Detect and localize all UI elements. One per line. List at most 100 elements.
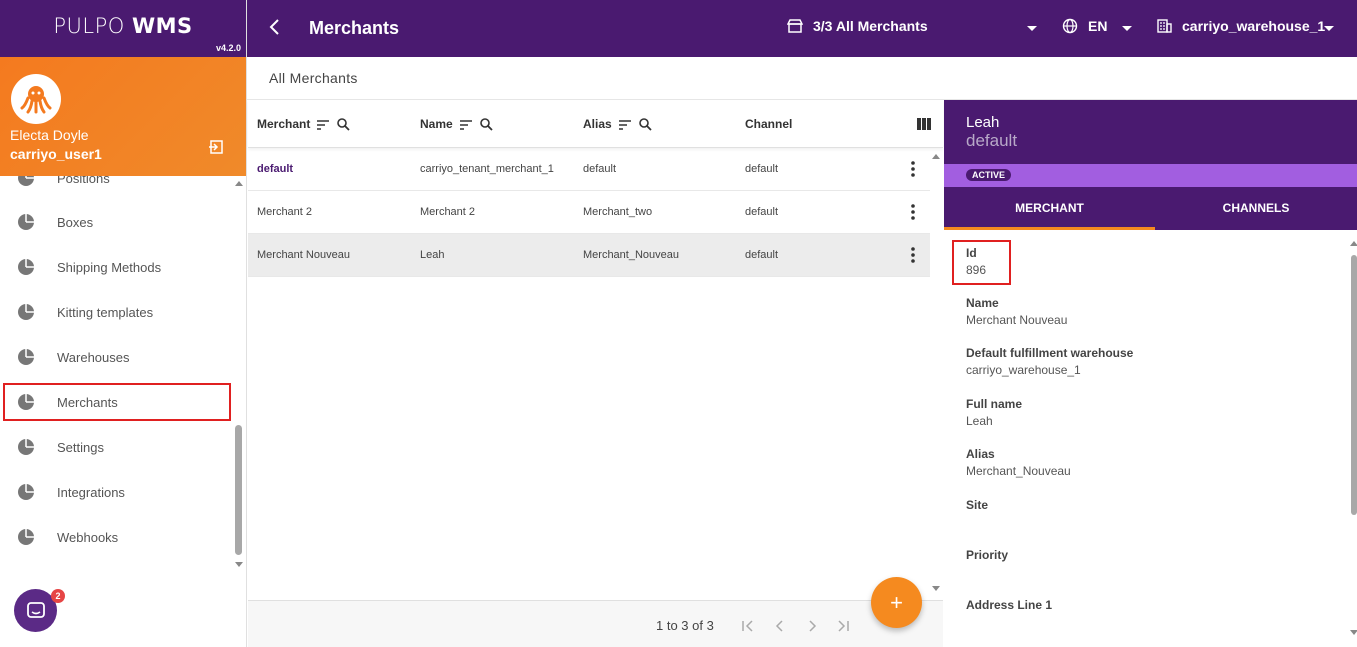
sort-icon[interactable] — [316, 118, 330, 130]
field-label: Alias — [966, 447, 995, 461]
octopus-icon — [20, 86, 52, 114]
field-full-name: Full name Leah — [966, 397, 1022, 428]
sidebar-item-settings[interactable]: Settings — [3, 428, 232, 466]
sidebar-item-label: Warehouses — [57, 349, 130, 365]
search-icon[interactable] — [336, 117, 350, 131]
detail-title: Leah — [966, 114, 1000, 131]
search-icon[interactable] — [638, 117, 652, 131]
field-label: Full name — [966, 397, 1023, 411]
sidebar-item-label: Merchants — [57, 394, 118, 410]
sidebar-item-warehouses[interactable]: Warehouses — [3, 338, 232, 376]
detail-scrollbar[interactable] — [1351, 255, 1357, 515]
language-selector[interactable]: EN — [1062, 18, 1107, 34]
cell-alias: Merchant_Nouveau — [583, 249, 680, 261]
app-logo[interactable]: PULPO WMS — [0, 14, 246, 38]
sub-header: All Merchants — [247, 57, 1357, 100]
merchant-dropdown-caret[interactable] — [1027, 26, 1037, 31]
more-vert-icon[interactable] — [910, 247, 916, 263]
plus-icon: + — [890, 589, 903, 615]
table-header: Merchant Name Alias Channel — [248, 100, 943, 148]
sidebar-item-kitting-templates[interactable]: Kitting templates — [3, 293, 232, 331]
field-value: Merchant Nouveau — [966, 313, 1068, 327]
field-label: Priority — [966, 548, 1009, 562]
warehouse-dropdown-caret[interactable] — [1324, 26, 1334, 31]
back-arrow-icon[interactable] — [265, 17, 285, 37]
table-row[interactable]: Merchant 2 Merchant 2 Merchant_two defau… — [248, 191, 930, 234]
sidebar-nav: Positions Boxes Shipping Methods Kitting… — [0, 176, 232, 576]
pie-icon — [18, 304, 34, 320]
field-value: Leah — [966, 414, 993, 428]
field-label: Address Line 1 — [966, 598, 1053, 612]
sidebar-scroll-down[interactable] — [235, 562, 243, 567]
sidebar-item-positions[interactable]: Positions — [3, 176, 232, 197]
logout-icon[interactable] — [208, 139, 224, 155]
top-bar: Merchants 3/3 All Merchants EN carriyo_w… — [247, 0, 1357, 57]
columns-icon[interactable] — [917, 118, 931, 130]
status-badge: ACTIVE — [966, 169, 1012, 181]
cell-merchant: Merchant Nouveau — [257, 249, 350, 261]
detail-scroll-up[interactable] — [1350, 241, 1357, 246]
detail-scroll-down[interactable] — [1350, 630, 1357, 635]
merchants-table: Merchant Name Alias Channel default carr… — [248, 100, 943, 647]
pie-icon — [18, 484, 34, 500]
sidebar-item-merchants[interactable]: Merchants — [3, 383, 231, 421]
table-row[interactable]: Merchant Nouveau Leah Merchant_Nouveau d… — [248, 234, 930, 277]
user-card: Electa Doyle carriyo_user1 — [0, 57, 246, 176]
pie-icon — [18, 214, 34, 230]
sidebar-item-shipping-methods[interactable]: Shipping Methods — [3, 248, 232, 286]
chat-badge: 2 — [51, 589, 65, 603]
column-header-channel[interactable]: Channel — [745, 117, 792, 131]
merchant-detail-panel: Leah default ACTIVE MERCHANT CHANNELS Id… — [944, 100, 1357, 647]
table-row[interactable]: default carriyo_tenant_merchant_1 defaul… — [248, 148, 930, 191]
sort-icon[interactable] — [618, 118, 632, 130]
warehouse-selector[interactable]: carriyo_warehouse_1 — [1156, 18, 1325, 34]
field-site: Site — [966, 498, 988, 515]
sidebar-item-integrations[interactable]: Integrations — [3, 473, 232, 511]
tab-channels[interactable]: CHANNELS — [1155, 187, 1357, 230]
column-header-alias[interactable]: Alias — [583, 117, 652, 131]
cell-channel: default — [745, 249, 779, 261]
previous-page-icon[interactable] — [773, 619, 787, 633]
table-scroll-down[interactable] — [932, 586, 940, 591]
add-merchant-button[interactable]: + — [871, 577, 922, 628]
field-address-line-1: Address Line 1 — [966, 598, 1052, 615]
sidebar-item-boxes[interactable]: Boxes — [3, 203, 232, 241]
field-alias: Alias Merchant_Nouveau — [966, 447, 1071, 478]
page-title: Merchants — [309, 18, 400, 38]
field-name: Name Merchant Nouveau — [966, 296, 1067, 327]
pagination-summary: 1 to 3 of 3 — [656, 618, 714, 633]
sidebar-item-webhooks[interactable]: Webhooks — [3, 518, 232, 556]
sidebar-scrollbar[interactable] — [235, 425, 242, 555]
detail-header: Leah default — [944, 100, 1357, 164]
sidebar-scroll-up[interactable] — [235, 181, 243, 186]
list-title: All Merchants — [269, 70, 358, 86]
more-vert-icon[interactable] — [910, 204, 916, 220]
avatar[interactable] — [11, 74, 61, 124]
pie-icon — [18, 176, 34, 186]
column-header-name[interactable]: Name — [420, 117, 493, 131]
merchant-selector[interactable]: 3/3 All Merchants — [787, 18, 928, 34]
last-page-icon[interactable] — [836, 619, 850, 633]
pie-icon — [18, 529, 34, 545]
user-name: Electa Doyle — [10, 127, 89, 143]
more-vert-icon[interactable] — [910, 161, 916, 177]
sort-icon[interactable] — [459, 118, 473, 130]
building-icon — [1157, 19, 1172, 33]
detail-tabs: MERCHANT CHANNELS — [944, 187, 1357, 230]
id-highlight-box — [952, 240, 1011, 285]
language-dropdown-caret[interactable] — [1122, 26, 1132, 31]
sidebar-item-label: Positions — [57, 176, 110, 186]
search-icon[interactable] — [479, 117, 493, 131]
table-scroll-up[interactable] — [932, 154, 940, 159]
tab-merchant[interactable]: MERCHANT — [944, 187, 1155, 230]
field-label: Site — [966, 498, 989, 512]
cell-name: Merchant 2 — [420, 206, 476, 218]
field-value: Merchant_Nouveau — [966, 464, 1071, 478]
next-page-icon[interactable] — [805, 619, 819, 633]
column-header-merchant[interactable]: Merchant — [257, 117, 350, 131]
app-version: v4.2.0 — [215, 43, 241, 53]
chat-icon — [26, 601, 45, 618]
sidebar-item-label: Webhooks — [57, 529, 119, 545]
first-page-icon[interactable] — [741, 619, 755, 633]
field-priority: Priority — [966, 548, 1008, 565]
